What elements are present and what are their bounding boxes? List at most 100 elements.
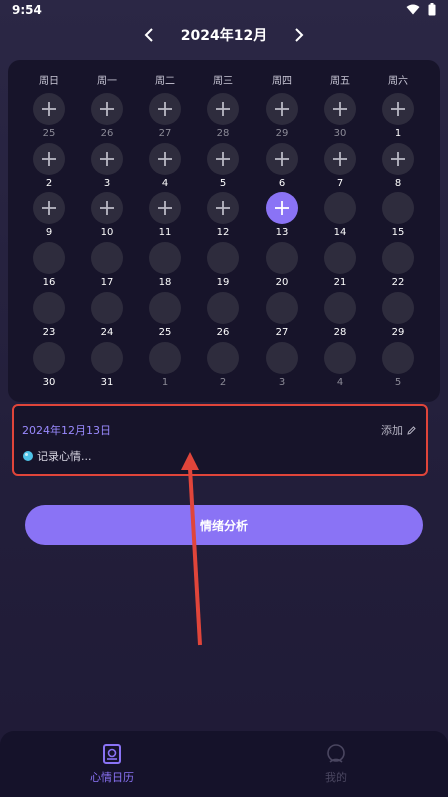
status-icons [406, 3, 436, 16]
calendar-day[interactable]: 14 [318, 192, 362, 242]
day-circle[interactable] [91, 292, 123, 324]
calendar-day[interactable]: 16 [27, 242, 71, 292]
day-circle[interactable] [382, 192, 414, 224]
day-circle[interactable] [91, 192, 123, 224]
calendar-day[interactable]: 30 [318, 93, 362, 143]
calendar-day[interactable]: 25 [143, 292, 187, 342]
calendar-day[interactable]: 10 [85, 192, 129, 242]
calendar-day[interactable]: 7 [318, 143, 362, 193]
calendar-day[interactable]: 12 [201, 192, 245, 242]
day-number: 27 [158, 128, 172, 139]
day-circle[interactable] [207, 143, 239, 175]
day-circle[interactable] [266, 342, 298, 374]
calendar-day[interactable]: 13 [260, 192, 304, 242]
calendar-day[interactable]: 2 [27, 143, 71, 193]
day-circle[interactable] [382, 143, 414, 175]
day-circle[interactable] [207, 192, 239, 224]
mood-analysis-button[interactable]: 情绪分析 [25, 505, 423, 545]
day-circle[interactable] [91, 342, 123, 374]
calendar-day[interactable]: 6 [260, 143, 304, 193]
calendar-day[interactable]: 30 [27, 342, 71, 392]
calendar-day[interactable]: 28 [318, 292, 362, 342]
calendar-day[interactable]: 25 [27, 93, 71, 143]
calendar-day[interactable]: 29 [376, 292, 420, 342]
calendar-day[interactable]: 29 [260, 93, 304, 143]
day-circle[interactable] [266, 143, 298, 175]
calendar-day[interactable]: 5 [376, 342, 420, 392]
calendar-day[interactable]: 22 [376, 242, 420, 292]
day-number: 19 [216, 277, 230, 288]
calendar-day[interactable]: 26 [85, 93, 129, 143]
day-circle[interactable] [324, 342, 356, 374]
calendar-day[interactable]: 3 [85, 143, 129, 193]
calendar-day[interactable]: 4 [318, 342, 362, 392]
calendar-day[interactable]: 3 [260, 342, 304, 392]
day-circle[interactable] [324, 143, 356, 175]
next-month-button[interactable] [289, 25, 309, 45]
plus-icon [391, 102, 405, 116]
day-circle[interactable] [382, 242, 414, 274]
calendar-day[interactable]: 4 [143, 143, 187, 193]
calendar-day[interactable]: 11 [143, 192, 187, 242]
day-circle[interactable] [324, 192, 356, 224]
tab-mine[interactable]: 我的 [276, 743, 396, 789]
calendar-day[interactable]: 20 [260, 242, 304, 292]
day-circle[interactable] [324, 93, 356, 125]
day-circle[interactable] [266, 292, 298, 324]
calendar-day[interactable]: 21 [318, 242, 362, 292]
calendar-day[interactable]: 27 [260, 292, 304, 342]
tab-mood-calendar[interactable]: 心情日历 [52, 743, 172, 789]
day-circle[interactable] [33, 242, 65, 274]
day-circle[interactable] [91, 93, 123, 125]
day-circle[interactable] [266, 93, 298, 125]
day-number: 1 [394, 128, 402, 139]
day-circle[interactable] [33, 342, 65, 374]
calendar-day[interactable]: 23 [27, 292, 71, 342]
day-circle[interactable] [382, 342, 414, 374]
day-circle[interactable] [33, 292, 65, 324]
calendar-day[interactable]: 5 [201, 143, 245, 193]
previous-month-button[interactable] [139, 25, 159, 45]
day-circle[interactable] [324, 292, 356, 324]
calendar-day[interactable]: 15 [376, 192, 420, 242]
day-circle[interactable] [207, 342, 239, 374]
day-circle[interactable] [149, 192, 181, 224]
add-record-button[interactable]: 添加 [381, 422, 416, 438]
day-circle[interactable] [33, 192, 65, 224]
day-circle[interactable] [382, 292, 414, 324]
calendar-day[interactable]: 9 [27, 192, 71, 242]
calendar-day[interactable]: 26 [201, 292, 245, 342]
day-circle[interactable] [91, 242, 123, 274]
calendar-day[interactable]: 27 [143, 93, 187, 143]
calendar-day[interactable]: 28 [201, 93, 245, 143]
day-number: 2 [45, 178, 53, 189]
calendar-day[interactable]: 8 [376, 143, 420, 193]
calendar-day[interactable]: 24 [85, 292, 129, 342]
day-circle[interactable] [33, 143, 65, 175]
calendar-day[interactable]: 19 [201, 242, 245, 292]
calendar-day[interactable]: 18 [143, 242, 187, 292]
day-circle[interactable] [91, 143, 123, 175]
day-circle[interactable] [149, 93, 181, 125]
record-input-placeholder[interactable]: 记录心情... [22, 448, 92, 464]
day-circle[interactable] [207, 242, 239, 274]
day-circle[interactable] [149, 242, 181, 274]
day-circle[interactable] [149, 143, 181, 175]
day-circle[interactable] [207, 93, 239, 125]
day-circle[interactable] [266, 242, 298, 274]
day-circle[interactable] [324, 242, 356, 274]
calendar-day[interactable]: 1 [376, 93, 420, 143]
day-circle[interactable] [382, 93, 414, 125]
calendar-day[interactable]: 2 [201, 342, 245, 392]
calendar-day[interactable]: 31 [85, 342, 129, 392]
mood-record-card[interactable]: 2024年12月13日 添加 记录心情... [12, 404, 428, 476]
day-circle[interactable] [149, 342, 181, 374]
day-circle[interactable] [33, 93, 65, 125]
calendar-day[interactable]: 1 [143, 342, 187, 392]
selected-day-circle[interactable] [266, 192, 298, 224]
day-number: 28 [216, 128, 230, 139]
day-number: 2 [219, 377, 227, 388]
day-circle[interactable] [149, 292, 181, 324]
calendar-day[interactable]: 17 [85, 242, 129, 292]
day-circle[interactable] [207, 292, 239, 324]
